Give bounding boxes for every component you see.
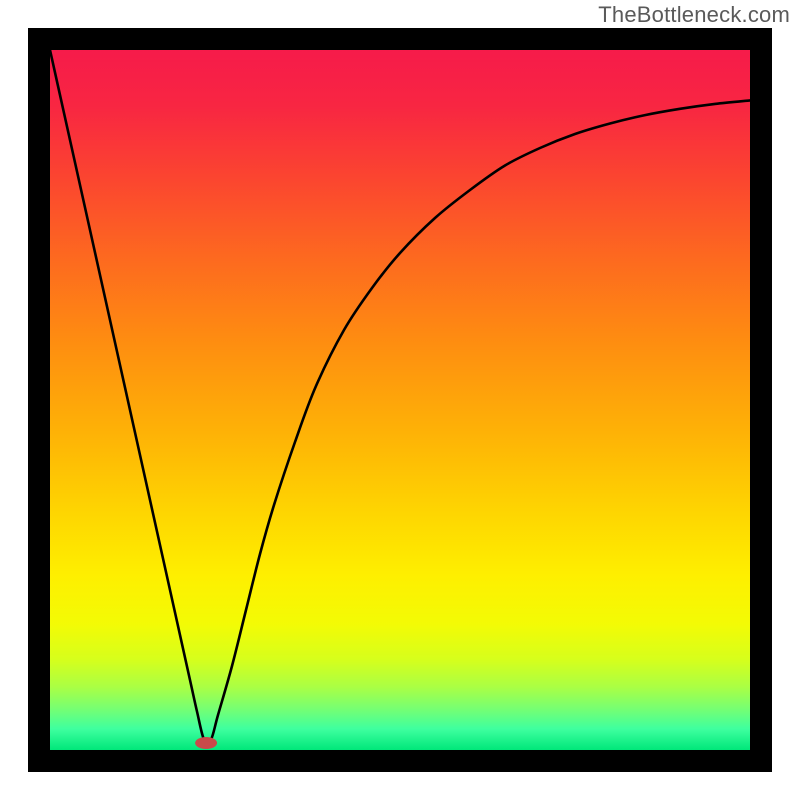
chart-frame: TheBottleneck.com xyxy=(0,0,800,800)
optimum-marker xyxy=(195,737,217,749)
plot-border xyxy=(28,28,772,772)
bottleneck-plot xyxy=(28,28,772,772)
watermark-text: TheBottleneck.com xyxy=(598,2,790,28)
gradient-background xyxy=(50,50,750,750)
